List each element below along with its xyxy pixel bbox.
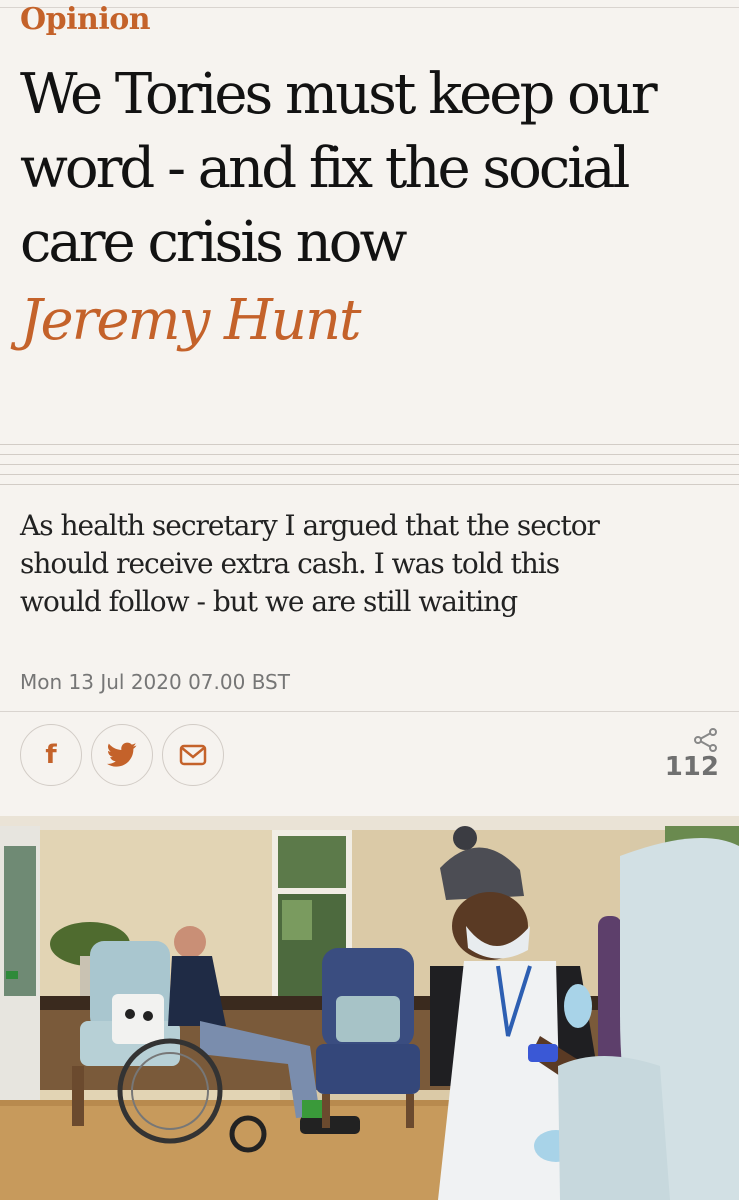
twitter-share-button[interactable]	[91, 724, 153, 786]
publish-date: Mon 13 Jul 2020 07.00 BST	[20, 670, 290, 694]
share-count[interactable]: 112	[659, 728, 719, 782]
twitter-icon	[107, 742, 137, 767]
email-icon	[179, 744, 207, 766]
facebook-share-button[interactable]: f	[20, 724, 82, 786]
byline-rules	[0, 444, 739, 494]
meta-divider	[0, 711, 739, 712]
lead-photo	[0, 816, 739, 1200]
page-title: We Tories must keep our word - and fix t…	[20, 62, 658, 275]
facebook-icon: f	[45, 740, 57, 770]
standfirst: As health secretary I argued that the se…	[20, 509, 600, 618]
section-kicker[interactable]: Opinion	[20, 2, 151, 37]
email-share-button[interactable]	[162, 724, 224, 786]
share-icon	[694, 728, 717, 752]
share-count-number: 112	[664, 752, 719, 782]
care-home-photo	[0, 816, 739, 1200]
author-byline[interactable]: Jeremy Hunt	[20, 288, 362, 353]
share-buttons: f	[20, 724, 224, 786]
